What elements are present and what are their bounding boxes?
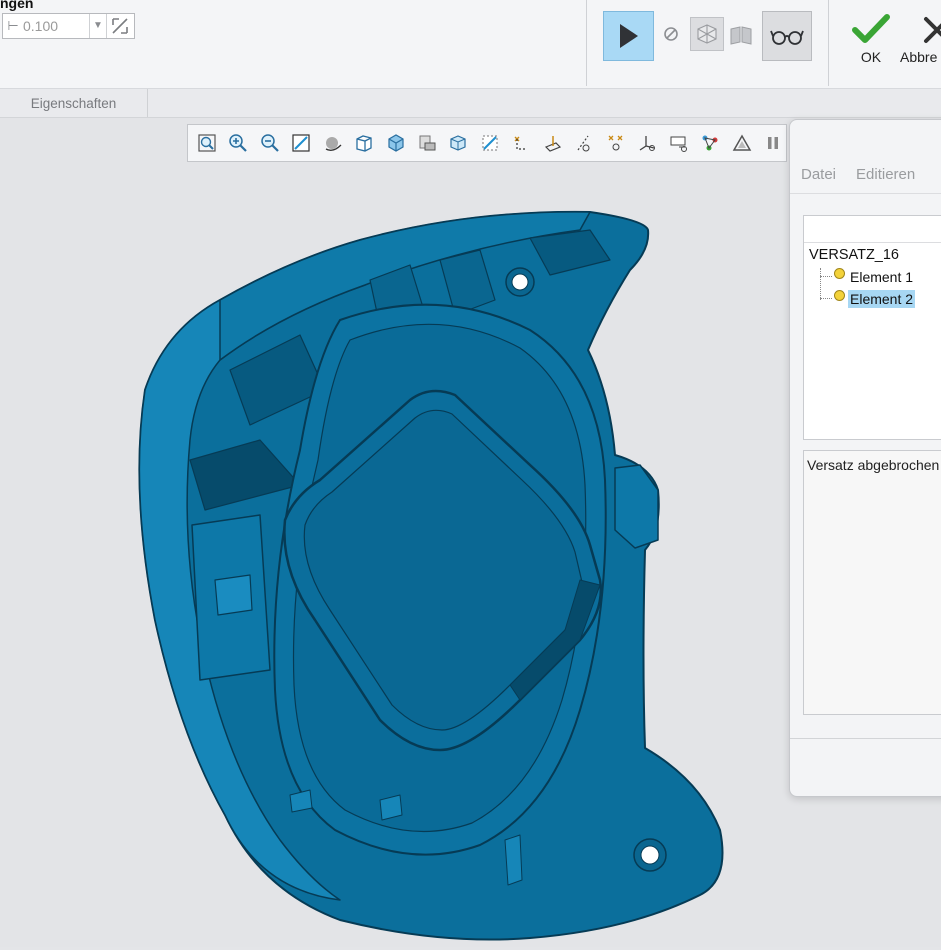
tree-item-element-2[interactable]: Element 2 xyxy=(820,289,916,308)
view-manager-icon[interactable] xyxy=(414,130,439,156)
perspective-icon[interactable] xyxy=(446,130,471,156)
checkmark-icon xyxy=(852,14,890,43)
message-area: Versatz abgebrochen xyxy=(803,450,941,715)
csys-icon[interactable] xyxy=(635,130,660,156)
tab-eigenschaften[interactable]: Eigenschaften xyxy=(0,89,148,117)
spin-center-icon[interactable] xyxy=(320,130,345,156)
3d-model[interactable] xyxy=(110,190,750,950)
chevron-down-icon[interactable]: ▼ xyxy=(89,14,106,38)
cancel-button[interactable]: Abbre xyxy=(900,8,941,70)
datum-axes-icon[interactable] xyxy=(540,130,565,156)
datum-planes-icon[interactable] xyxy=(509,130,534,156)
tree-header xyxy=(804,216,941,243)
ok-button[interactable]: OK xyxy=(850,8,892,70)
section-icon[interactable] xyxy=(477,130,502,156)
verify-mesh-button[interactable] xyxy=(690,17,724,51)
offset-dialog: Datei Editieren VERSATZ_16 Element 1 Ele… xyxy=(789,119,941,797)
zoom-in-icon[interactable] xyxy=(225,130,250,156)
display-style-icon[interactable] xyxy=(351,130,376,156)
feature-tree[interactable]: VERSATZ_16 Element 1 Element 2 xyxy=(803,215,941,440)
dialog-menubar: Datei Editieren xyxy=(790,166,941,194)
section-label: ngen xyxy=(0,0,34,11)
point-tags-icon[interactable] xyxy=(603,130,628,156)
book-icon xyxy=(730,26,752,45)
tab-strip: Eigenschaften xyxy=(0,89,941,118)
repaint-icon[interactable] xyxy=(288,130,313,156)
ok-label: OK xyxy=(860,49,882,65)
status-dot-icon xyxy=(834,267,845,279)
pause-icon[interactable] xyxy=(760,130,785,156)
ribbon: ngen ⊢ ▼ OK Abbre xyxy=(0,0,941,89)
feature-preview-button[interactable] xyxy=(728,22,754,48)
glasses-icon xyxy=(770,30,804,45)
status-dot-icon xyxy=(834,289,845,301)
close-icon xyxy=(924,17,941,43)
play-icon xyxy=(619,24,638,48)
thickness-input[interactable] xyxy=(23,18,89,34)
menu-datei[interactable]: Datei xyxy=(801,166,836,193)
tree-item-element-1[interactable]: Element 1 xyxy=(820,267,915,286)
measure-icon[interactable] xyxy=(729,130,754,156)
thickness-field[interactable]: ⊢ ▼ xyxy=(2,13,135,39)
menu-editieren[interactable]: Editieren xyxy=(856,166,915,193)
datum-points-icon[interactable] xyxy=(572,130,597,156)
annotation-display-icon[interactable] xyxy=(666,130,691,156)
cancel-label: Abbre xyxy=(900,49,938,65)
view-toolbar xyxy=(187,124,787,162)
verify-glasses-button[interactable] xyxy=(762,11,812,61)
spin-icon[interactable] xyxy=(698,130,723,156)
stop-preview-button[interactable] xyxy=(660,22,682,46)
mesh-icon xyxy=(697,24,717,44)
zoom-out-icon[interactable] xyxy=(257,130,282,156)
saved-views-icon[interactable] xyxy=(383,130,408,156)
stop-icon xyxy=(664,27,678,41)
tree-root[interactable]: VERSATZ_16 xyxy=(809,247,899,263)
dimension-icon: ⊢ xyxy=(7,18,19,33)
zoom-fit-icon[interactable] xyxy=(194,130,219,156)
flip-direction-icon[interactable] xyxy=(106,14,133,38)
play-preview-button[interactable] xyxy=(603,11,654,61)
